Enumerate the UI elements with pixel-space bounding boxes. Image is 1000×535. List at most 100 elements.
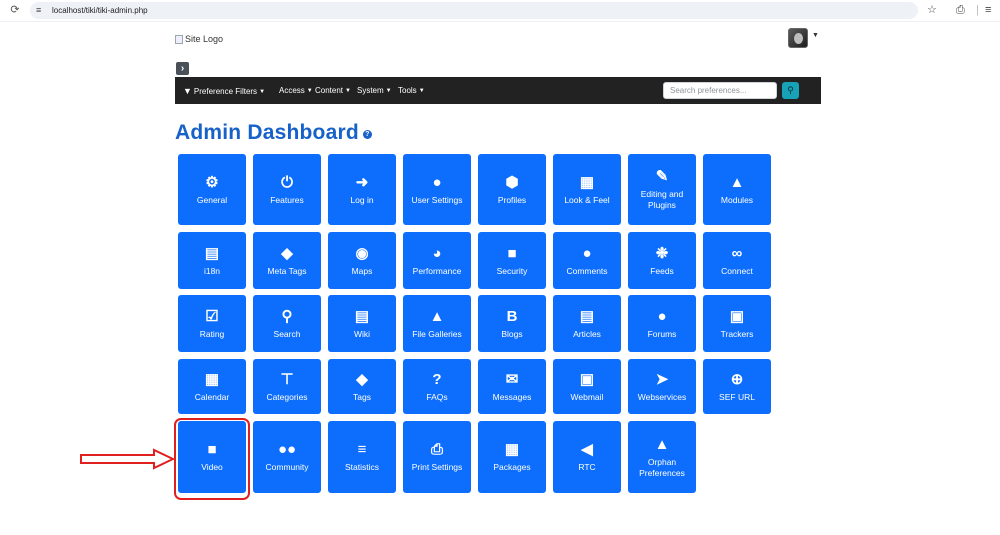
tile-label: FAQs [426,391,448,402]
tile-label: Profiles [497,194,527,205]
edit-icon: ✎ [655,168,669,185]
caret-down-icon: ▼ [345,88,351,94]
tile-blogs[interactable]: B Blogs [478,295,546,352]
reload-icon[interactable]: ⟳ [8,3,22,17]
broken-image-icon [175,34,183,44]
tile-comments[interactable]: ● Comments [553,232,621,289]
tile-label: Search [273,328,301,339]
warning-icon: ▲ [654,435,670,453]
tile-user-settings[interactable]: ● User Settings [403,154,471,225]
tile-connect[interactable]: ∞ Connect [703,232,771,289]
bookmark-star-icon[interactable]: ☆ [927,3,937,17]
help-icon[interactable]: ? [362,130,372,139]
tile-print-settings[interactable]: ⎙ Print Settings [403,421,471,493]
tile-label: Messages [492,391,532,402]
tile-label: Connect [721,265,753,276]
lock-icon: ■ [507,244,517,262]
caret-down-icon: ▼ [259,89,266,95]
tile-features[interactable]: ⏻ Features [253,154,321,225]
tile-meta-tags[interactable]: ◆ Meta Tags [253,232,321,289]
tile-modules[interactable]: ▲ Modules [703,154,771,225]
tag-icon: ◆ [281,244,293,262]
nav-content[interactable]: Content ▼ [315,86,351,96]
checkbox-icon: ☑ [205,307,219,325]
tile-community[interactable]: ●● Community [253,421,321,493]
caret-down-icon: ▼ [306,88,313,94]
tile-file-galleries[interactable]: ▲ File Galleries [403,295,471,352]
tile-label: Trackers [720,328,754,339]
tile-look-and-feel[interactable]: ▦ Look & Feel [553,154,621,225]
tile-performance[interactable]: ◕ Performance [403,232,471,289]
extensions-icon[interactable]: ⎙ [956,3,965,17]
bold-icon: B [506,307,518,325]
page-title: Admin Dashboard? [175,120,372,146]
tile-label: Calendar [194,391,230,402]
link-icon: ∞ [731,244,743,262]
mouse-pointer-icon: ➤ [655,370,669,388]
tile-label: Wiki [353,328,371,339]
site-info-icon[interactable]: ≡ [36,4,41,17]
sitemap-icon: ⊤ [280,370,294,388]
sidebar-toggle-button[interactable]: › [176,62,189,75]
search-button[interactable]: ⚲ [782,82,799,99]
tile-trackers[interactable]: ▣ Trackers [703,295,771,352]
nav-access[interactable]: Access ▼ [279,86,313,96]
tile-faqs[interactable]: ? FAQs [403,359,471,414]
tile-i18n[interactable]: ▤ i18n [178,232,246,289]
address-bar[interactable]: ≡ localhost/tiki/tiki-admin.php [30,2,918,19]
tile-feeds[interactable]: ❉ Feeds [628,232,696,289]
tile-security[interactable]: ■ Security [478,232,546,289]
power-icon: ⏻ [281,173,293,191]
tile-articles[interactable]: ▤ Articles [553,295,621,352]
sign-in-icon: ➜ [355,173,369,191]
tile-forums[interactable]: ● Forums [628,295,696,352]
nav-tools[interactable]: Tools ▼ [398,86,425,96]
menu-icon[interactable]: ≡ [985,3,991,17]
tile-categories[interactable]: ⊤ Categories [253,359,321,414]
tile-statistics[interactable]: ≡ Statistics [328,421,396,493]
tile-label: General [196,194,228,205]
tile-sef-url[interactable]: ⊕ SEF URL [703,359,771,414]
avatar-dropdown-caret-icon[interactable]: ▼ [812,32,819,39]
tile-rtc[interactable]: ◀ RTC [553,421,621,493]
tile-label: Modules [720,194,754,205]
preference-search-input[interactable]: Search preferences... [663,82,777,99]
url-text: localhost/tiki/tiki-admin.php [52,6,148,15]
tile-webmail[interactable]: ▣ Webmail [553,359,621,414]
page-title-text: Admin Dashboard [175,121,359,144]
tile-orphan-preferences[interactable]: ▲ Orphan Preferences [628,421,696,493]
tile-rating[interactable]: ☑ Rating [178,295,246,352]
toolbar-divider: | [976,4,979,16]
filter-icon: ▼ [183,86,192,96]
site-logo-alt-text: Site Logo [185,34,224,44]
tile-label: Tags [353,391,371,402]
nav-preference-filters[interactable]: ▼ Preference Filters ▼ [183,86,265,97]
tile-tags[interactable]: ◆ Tags [328,359,396,414]
tile-general[interactable]: ⚙ General [178,154,246,225]
site-logo[interactable]: Site Logo [175,33,223,45]
user-avatar[interactable] [788,28,808,48]
inbox-icon: ▣ [579,370,595,388]
tile-messages[interactable]: ✉ Messages [478,359,546,414]
tile-label: Performance [412,265,462,276]
image-icon: ▦ [579,173,595,191]
tile-editing-and-plugins[interactable]: ✎ Editing and Plugins [628,154,696,225]
nav-system[interactable]: System ▼ [357,86,392,96]
nav-access-label: Access [279,86,305,95]
tile-log-in[interactable]: ➜ Log in [328,154,396,225]
chart-icon: ≡ [357,441,367,458]
tile-profiles[interactable]: ⬢ Profiles [478,154,546,225]
tile-maps[interactable]: ◉ Maps [328,232,396,289]
tile-label: Blogs [501,328,523,339]
video-highlight-box [174,418,250,500]
tile-packages[interactable]: ▦ Packages [478,421,546,493]
folder-open-icon: ▲ [429,307,445,325]
tile-label: Webservices [637,391,687,402]
shapes-icon: ▲ [729,173,745,191]
tile-webservices[interactable]: ➤ Webservices [628,359,696,414]
tile-search[interactable]: ⚲ Search [253,295,321,352]
tile-wiki[interactable]: ▤ Wiki [328,295,396,352]
tile-label: Maps [351,265,373,276]
tile-calendar[interactable]: ▦ Calendar [178,359,246,414]
nav-system-label: System [357,86,384,95]
